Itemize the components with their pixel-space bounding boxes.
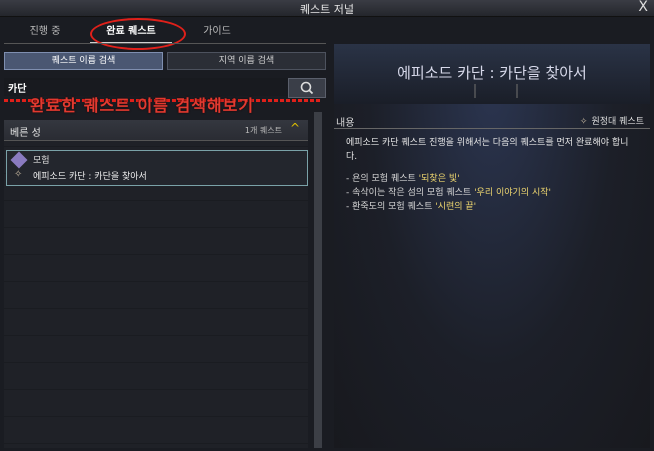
detail-banner: 에피소드 카단 : 카단을 찾아서 [334,44,650,104]
quest-category: 모험 [33,156,50,166]
quest-icon: ✧ [14,169,23,180]
expedition-icon: ✧ [579,117,588,127]
tab-bar: 진행 중 완료 퀘스트 가이드 [4,22,256,44]
search-mode-tabs: 퀘스트 이름 검색 지역 이름 검색 [4,52,326,70]
divider [4,43,326,44]
tab-in-progress[interactable]: 진행 중 [4,22,86,42]
requirement-item: - 환죽도의 모험 퀘스트 '시련의 끝' [346,202,477,212]
close-icon[interactable]: X [638,0,648,15]
content-label: 내용 [336,118,355,129]
group-name: 베른 성 [10,128,41,139]
tab-guide[interactable]: 가이드 [176,22,258,42]
detail-description: 에피소드 카단 퀘스트 진행을 위해서는 다음의 퀘스트를 먼저 완료해야 합니… [346,138,629,162]
group-header[interactable]: 베른 성 1개 퀘스트 ^ [4,120,308,141]
list-item[interactable]: 모험 ✧ 에피소드 카단 : 카단을 찾아서 [6,150,308,186]
collapse-icon[interactable]: ^ [290,121,300,135]
tab-completed-quests[interactable]: 완료 퀘스트 [90,22,172,44]
tab-region-name-search[interactable]: 지역 이름 검색 [167,52,326,70]
detail-panel [334,44,650,448]
ornament [474,84,518,98]
requirement-item: - 속삭이는 작은 섬의 모험 퀘스트 '우리 이야기의 시작' [346,188,551,198]
scrollbar-thumb[interactable] [314,112,322,448]
detail-title: 에피소드 카단 : 카단을 찾아서 [397,64,587,82]
requirement-item: - 욘의 모험 퀘스트 '되찾은 빛' [346,174,460,184]
group-count: 1개 퀘스트 [244,126,282,135]
tab-quest-name-search[interactable]: 퀘스트 이름 검색 [4,52,163,70]
quest-name: 에피소드 카단 : 카단을 찾아서 [33,172,147,182]
window-title: 퀘스트 저널 [299,3,355,16]
search-button[interactable] [288,78,326,98]
annotation-text: 완료한 퀘스트 이름 검색해보기 [30,96,255,115]
adventure-icon [10,151,28,169]
quest-type-label: 원정대 퀘스트 [591,117,644,127]
title-bar: 퀘스트 저널 X [0,0,654,17]
divider [334,128,650,129]
quest-type: ✧ 원정대 퀘스트 [580,114,644,127]
search-icon [300,81,314,95]
requirement-list: - 욘의 모험 퀘스트 '되찾은 빛' - 속삭이는 작은 섬의 모험 퀘스트 … [346,172,636,214]
